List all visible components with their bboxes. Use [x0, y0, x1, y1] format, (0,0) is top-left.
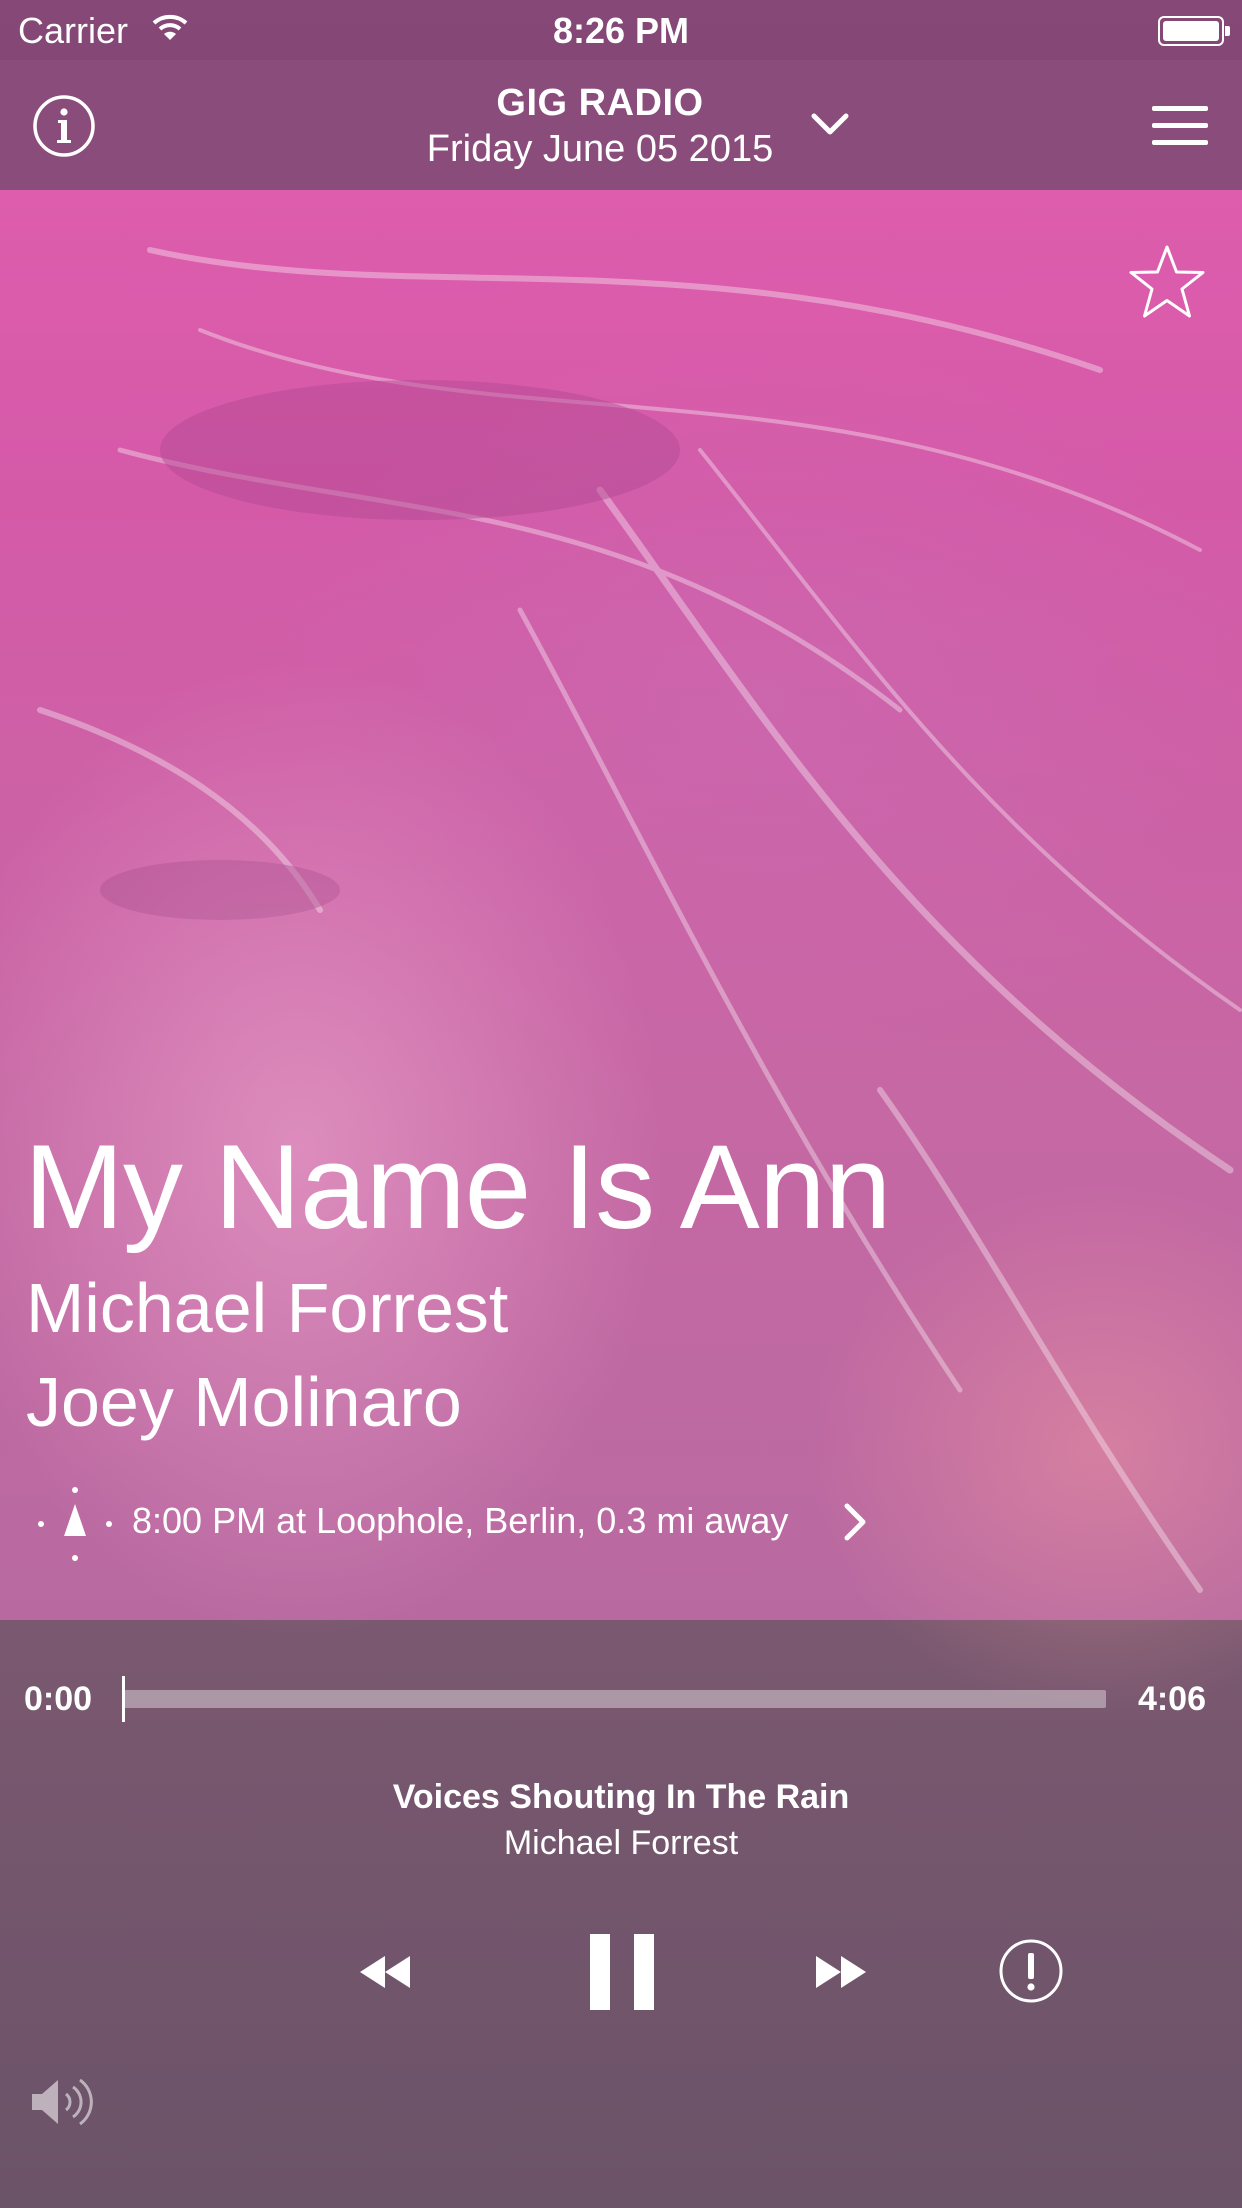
fast-forward-icon[interactable]	[814, 1952, 868, 1992]
gig-details-row[interactable]: 8:00 PM at Loophole, Berlin, 0.3 mi away	[30, 1480, 890, 1561]
player-panel: 0:00 4:06 Voices Shouting In The Rain Mi…	[0, 1622, 1242, 2208]
hamburger-menu-icon[interactable]	[1150, 104, 1210, 148]
header-bar: GIG RADIO Friday June 05 2015	[0, 60, 1242, 190]
status-bar: Carrier 8:26 PM	[0, 0, 1242, 60]
chevron-right-icon	[842, 1502, 868, 1542]
now-playing-title: Voices Shouting In The Rain	[392, 1778, 850, 1816]
battery-icon	[1158, 16, 1230, 46]
progress-knob[interactable]	[122, 1676, 125, 1722]
exclamation-circle-icon[interactable]	[998, 1938, 1064, 2004]
elapsed-time: 0:00	[24, 1680, 93, 1718]
location-compass-icon	[30, 1484, 120, 1564]
pause-icon[interactable]	[588, 1932, 656, 2012]
gig-artist[interactable]: Michael Forrest	[26, 1268, 508, 1348]
progress-slider[interactable]	[122, 1676, 1106, 1722]
speaker-volume-icon[interactable]	[28, 2072, 98, 2132]
gig-title: My Name Is Ann	[24, 1120, 891, 1254]
gig-details-text: 8:00 PM at Loophole, Berlin, 0.3 mi away	[132, 1500, 789, 1541]
station-date[interactable]: Friday June 05 2015	[0, 128, 1200, 171]
chevron-down-icon[interactable]	[808, 108, 852, 142]
station-title[interactable]: GIG RADIO	[0, 82, 1200, 125]
star-outline-icon[interactable]	[1128, 244, 1206, 320]
now-playing-artist: Michael Forrest	[503, 1824, 739, 1862]
track-duration: 4:06	[1137, 1680, 1206, 1718]
rewind-icon[interactable]	[358, 1952, 412, 1992]
gig-artist[interactable]: Joey Molinaro	[26, 1362, 462, 1442]
status-time: 8:26 PM	[552, 10, 690, 51]
